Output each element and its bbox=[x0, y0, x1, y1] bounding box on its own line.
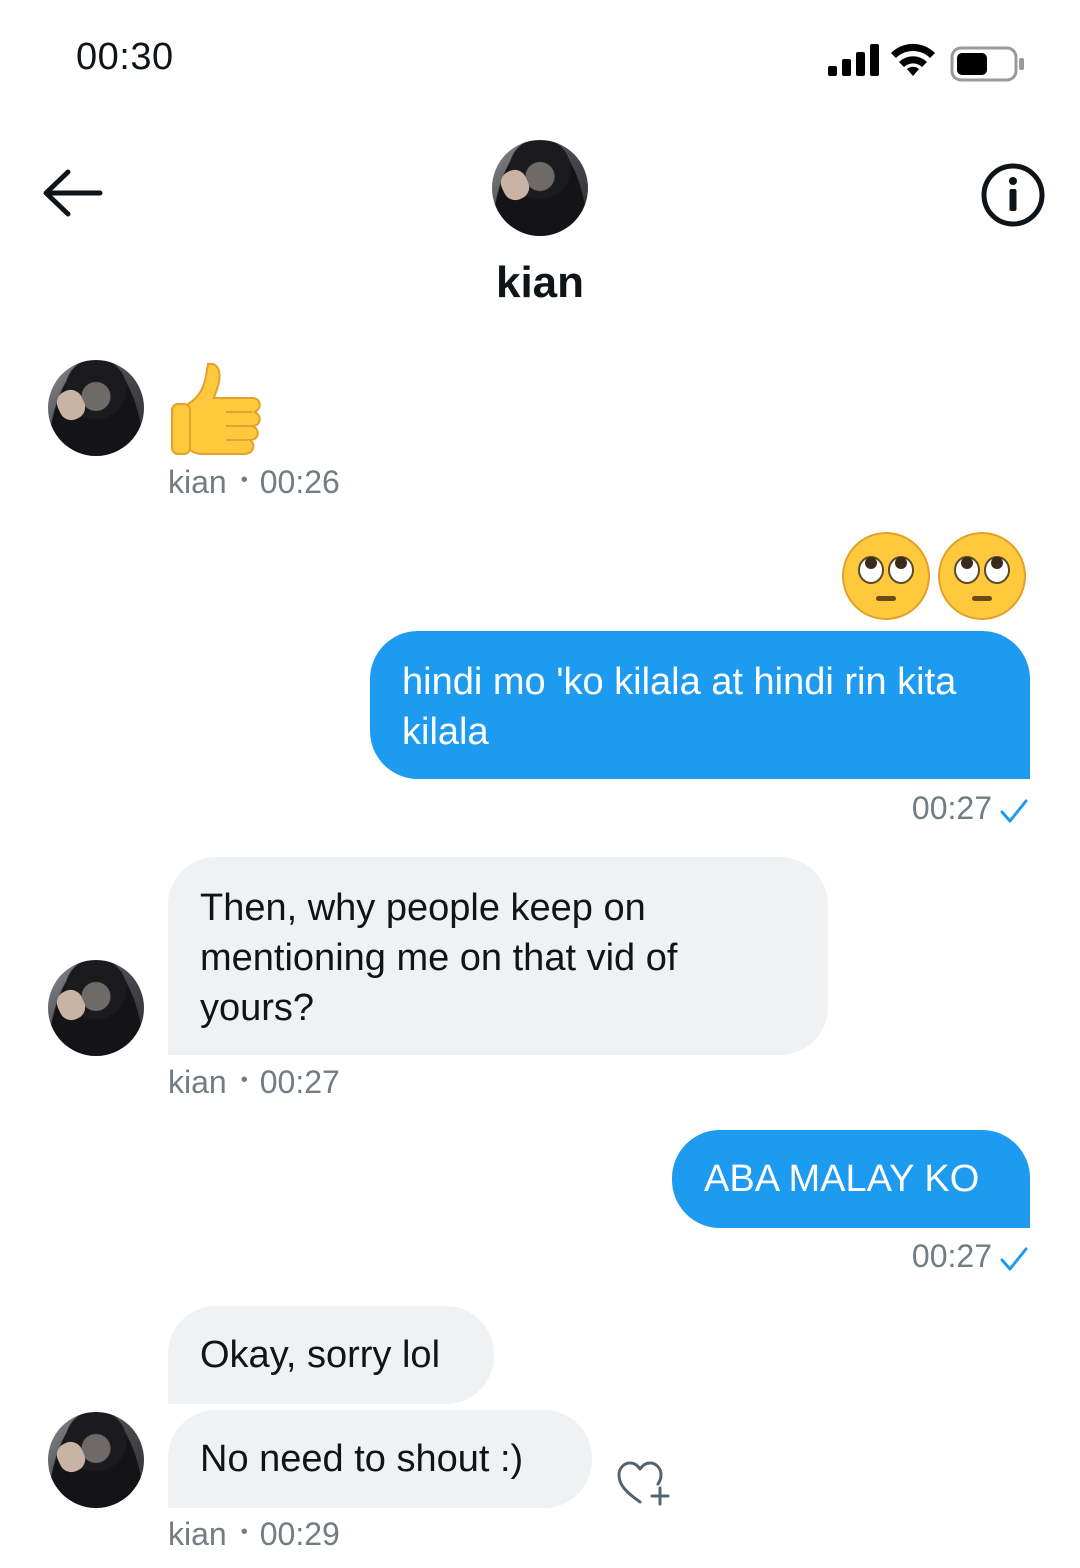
sender-avatar[interactable] bbox=[48, 360, 144, 456]
outgoing-message-bubble[interactable]: ABA MALAY KO bbox=[672, 1130, 1030, 1228]
meta-dot: • bbox=[240, 1521, 248, 1544]
wifi-icon bbox=[891, 43, 935, 76]
meta-time: 00:27 bbox=[259, 1064, 340, 1100]
incoming-message-bubble[interactable]: Then, why people keep on mentioning me o… bbox=[168, 857, 828, 1055]
meta-time: 00:26 bbox=[259, 464, 340, 500]
status-time: 00:30 bbox=[76, 36, 174, 78]
message-meta: kian • 00:27 bbox=[168, 1064, 340, 1101]
meta-time: 00:27 bbox=[911, 790, 992, 826]
info-icon[interactable] bbox=[980, 162, 1046, 228]
sent-check-icon bbox=[1000, 1247, 1028, 1271]
meta-dot: • bbox=[240, 1069, 248, 1092]
thumbs-up-emoji-icon bbox=[171, 362, 261, 455]
message-meta: kian • 00:29 bbox=[168, 1516, 340, 1553]
meta-time: 00:29 bbox=[259, 1516, 340, 1552]
sender-avatar[interactable] bbox=[48, 1412, 144, 1508]
message-meta: 00:27 bbox=[912, 1238, 1028, 1275]
incoming-message-bubble[interactable]: Okay, sorry lol bbox=[168, 1306, 494, 1404]
cellular-signal-icon bbox=[828, 44, 879, 76]
message-meta: 00:27 bbox=[912, 790, 1028, 827]
meta-sender: kian bbox=[168, 1064, 227, 1100]
sent-check-icon bbox=[1000, 799, 1028, 823]
header-avatar[interactable] bbox=[492, 140, 588, 236]
meta-sender: kian bbox=[168, 464, 227, 500]
add-reaction-heart-icon[interactable] bbox=[616, 1460, 674, 1506]
face-with-rolling-eyes-emoji-icon bbox=[842, 532, 1026, 620]
back-arrow-icon[interactable] bbox=[40, 166, 104, 220]
meta-sender: kian bbox=[168, 1516, 227, 1552]
meta-time: 00:27 bbox=[911, 1238, 992, 1274]
sender-avatar[interactable] bbox=[48, 960, 144, 1056]
conversation-title[interactable]: kian bbox=[0, 258, 1080, 308]
battery-icon bbox=[950, 46, 1024, 82]
meta-dot: • bbox=[240, 469, 248, 492]
outgoing-message-bubble[interactable]: hindi mo 'ko kilala at hindi rin kita ki… bbox=[370, 631, 1030, 779]
incoming-message-bubble[interactable]: No need to shout :) bbox=[168, 1410, 592, 1508]
message-meta: kian • 00:26 bbox=[168, 464, 340, 501]
